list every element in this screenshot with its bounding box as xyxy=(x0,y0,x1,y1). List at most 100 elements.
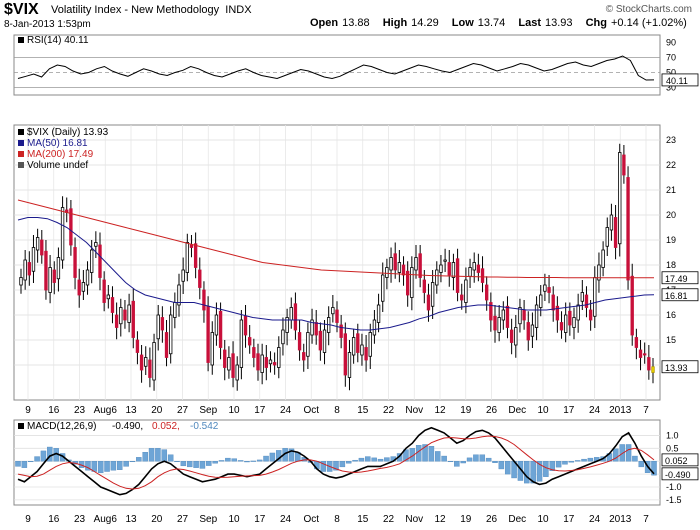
candle-body xyxy=(576,304,580,321)
candle-body xyxy=(497,317,501,333)
candle-body xyxy=(593,277,597,317)
macd-x-tick-label: 16 xyxy=(48,514,60,525)
macd-histogram-bar xyxy=(574,460,581,462)
macd-x-tick-label: 2013 xyxy=(609,514,632,525)
price-x-tick-label: Dec xyxy=(508,405,526,416)
candle-body xyxy=(243,315,248,336)
candle-body xyxy=(638,349,643,358)
price-x-tick-label: 19 xyxy=(460,405,472,416)
price-legend-swatch xyxy=(18,151,24,157)
macd-histogram-bar xyxy=(504,461,511,475)
candle-body xyxy=(522,309,526,321)
candle-body xyxy=(85,269,90,286)
candle-body xyxy=(439,264,443,273)
macd-histogram-bar xyxy=(377,458,384,462)
macd-x-tick-label: Oct xyxy=(303,514,319,525)
candle-body xyxy=(27,262,31,276)
rsi-tick-label: 70 xyxy=(666,53,676,63)
price-x-tick-label: 15 xyxy=(357,405,369,416)
candle-body xyxy=(185,242,189,273)
candle-body xyxy=(455,258,460,293)
macd-histogram-bar xyxy=(237,460,244,462)
macd-histogram-bar xyxy=(180,461,187,467)
price-legend-item: $VIX (Daily) 13.93 xyxy=(27,127,109,138)
macd-x-tick-label: 10 xyxy=(228,514,240,525)
macd-histogram-bar xyxy=(34,456,40,462)
candle-body xyxy=(135,339,140,353)
macd-histogram-bar xyxy=(167,454,174,462)
macd-x-tick-label: 7 xyxy=(643,514,649,525)
macd-histogram-bar xyxy=(345,461,352,464)
price-x-tick-label: 27 xyxy=(177,405,189,416)
candle-body xyxy=(210,332,214,366)
macd-histogram-bar xyxy=(193,461,199,468)
macd-x-tick-label: 15 xyxy=(357,514,369,525)
candle-body xyxy=(114,314,119,328)
macd-histogram-bar xyxy=(155,448,161,462)
macd-histogram-bar xyxy=(161,449,168,462)
macd-histogram-bar xyxy=(460,461,466,464)
macd-x-tick-label: 20 xyxy=(151,514,163,525)
candle-body xyxy=(618,152,622,245)
candle-body xyxy=(472,262,476,271)
candle-body xyxy=(239,319,244,368)
macd-histogram-bar xyxy=(435,451,441,462)
candle-body xyxy=(335,309,339,323)
candle-body xyxy=(202,289,206,311)
candle-body xyxy=(131,300,135,338)
candle-body xyxy=(460,294,464,301)
macd-x-tick-label: 22 xyxy=(383,514,395,525)
candle-body xyxy=(35,237,40,251)
macd-histogram-bar xyxy=(21,461,28,468)
macd-x-tick-label: 23 xyxy=(74,514,86,525)
macd-histogram-bar xyxy=(263,455,269,462)
price-x-tick-label: 10 xyxy=(228,405,240,416)
price-x-tick-label: 9 xyxy=(25,405,31,416)
macd-histogram-bar xyxy=(384,457,390,462)
candle-body xyxy=(435,269,439,286)
macd-tick-label: -1.5 xyxy=(666,495,682,505)
candle-body xyxy=(322,329,327,353)
macd-histogram-bar xyxy=(543,461,549,477)
macd-legend-swatch xyxy=(18,423,24,429)
candle-body xyxy=(318,330,323,351)
macd-histogram-bar xyxy=(129,461,136,463)
macd-histogram-bar xyxy=(428,446,435,462)
candle-body xyxy=(626,177,630,281)
macd-tick-label: -1.0 xyxy=(666,482,682,492)
candle-body xyxy=(223,349,227,368)
macd-signal-last-label: 0.052 xyxy=(665,456,688,466)
macd-histogram-bar xyxy=(479,454,486,462)
macd-histogram-bar xyxy=(27,461,34,463)
macd-x-tick-label: 17 xyxy=(254,514,266,525)
candle-body xyxy=(534,304,539,328)
price-x-tick-label: 17 xyxy=(254,405,266,416)
macd-histogram-bar xyxy=(225,457,231,462)
macd-legend-label: MACD(12,26,9) xyxy=(27,421,96,432)
price-legend-item: Volume undef xyxy=(27,160,88,171)
candle-body xyxy=(289,307,293,321)
candle-body xyxy=(98,244,102,278)
candle-body xyxy=(272,362,277,366)
macd-histogram-bar xyxy=(136,457,142,462)
macd-histogram-bar xyxy=(498,461,505,470)
candle-body xyxy=(23,259,27,281)
price-x-tick-label: 7 xyxy=(643,405,649,416)
candle-body xyxy=(509,329,514,343)
candle-body xyxy=(31,247,36,272)
stock-chart: 30507090RSI(14) 40.1140.1114151617181920… xyxy=(13,34,699,525)
candle-body xyxy=(551,294,555,311)
price-legend-item: MA(200) 17.49 xyxy=(27,149,94,160)
macd-histogram-bar xyxy=(117,461,123,470)
price-legend-swatch xyxy=(18,140,24,146)
candle-body xyxy=(493,315,497,331)
macd-legend-macd: -0.490, xyxy=(112,421,143,432)
price-x-tick-label: 16 xyxy=(48,405,60,416)
macd-histogram-bar xyxy=(97,461,104,474)
macd-histogram-bar xyxy=(466,457,473,462)
candle-body xyxy=(347,352,352,378)
candle-body xyxy=(169,314,173,355)
price-x-tick-label: 26 xyxy=(486,405,498,416)
candle-body xyxy=(181,269,185,282)
macd-histogram-bar xyxy=(587,457,594,462)
